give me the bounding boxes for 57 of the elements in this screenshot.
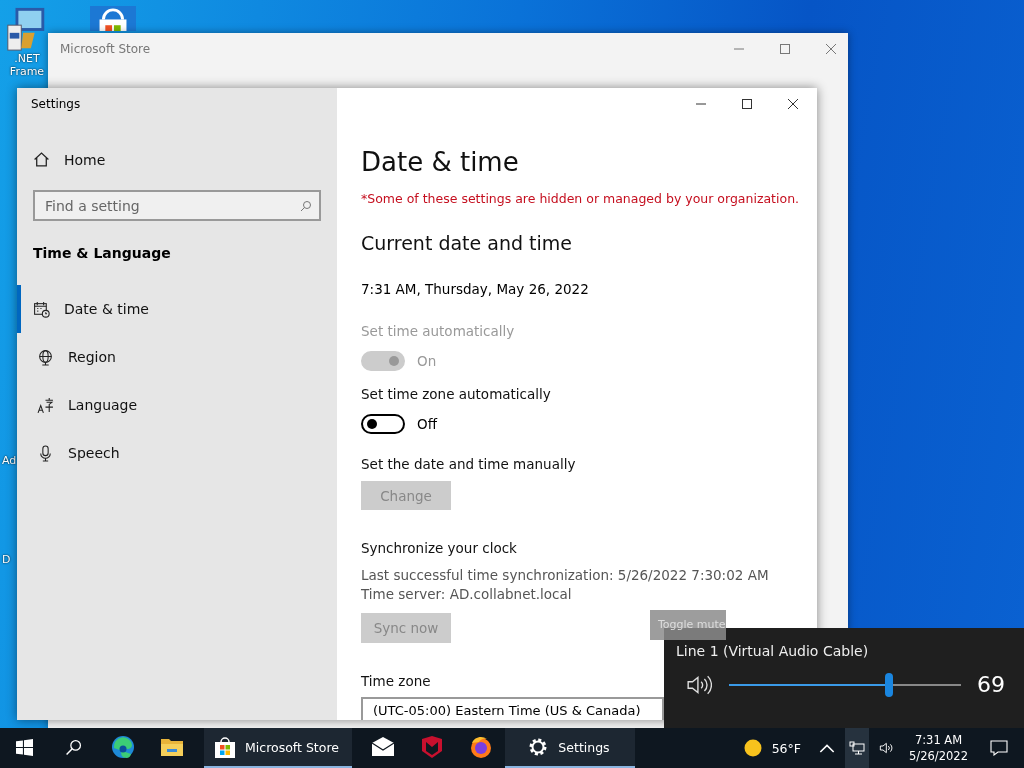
toggle-state: On [417,353,437,369]
browser-icon [110,735,135,759]
clock-date[interactable]: 5/26/2022 [909,748,968,764]
slider-thumb[interactable] [885,672,894,697]
windows-logo-icon [16,738,33,756]
section-heading: Current date and time [361,232,572,254]
clock-time[interactable]: 7:31 AM [914,732,963,748]
calendar-clock-icon [33,300,50,318]
window-title: Microsoft Store [60,42,151,56]
taskbar-button[interactable]: Settings [505,728,635,768]
network-icon[interactable] [845,728,870,768]
volume-slider[interactable] [729,672,961,697]
sidebar-item[interactable]: Speech [17,429,337,477]
microphone-icon [37,444,54,462]
time-zone-dropdown[interactable]: (UTC-05:00) Eastern Time (US & Canada) [361,696,664,720]
weather-temperature[interactable]: 56°F [771,740,802,756]
search-field[interactable]: Find a setting [33,190,321,221]
desktop-icon-label: D [2,553,11,566]
setting-label: Set time zone automatically [361,386,551,402]
language-icon [37,396,54,414]
desktop-icon-label: Frame [9,65,45,78]
sync-info: Time server: AD.collabnet.local [361,585,572,605]
store-bag-icon [213,735,238,759]
section-heading: Synchronize your clock [361,540,517,557]
policy-notice: *Some of these settings are hidden or managed by your organization. [361,191,800,206]
setting-label: Set the date and time manually [361,456,576,472]
desktop-icon-label: Ad [2,454,17,467]
setting-label: Time zone [361,672,431,689]
maximize-icon[interactable] [742,99,752,109]
sun-icon[interactable] [743,739,762,757]
setting-label: Set time automatically [361,323,515,339]
tooltip: Toggle mute [650,610,726,640]
envelope-icon [370,735,395,759]
toggle-state: Off [417,416,437,432]
search-icon [65,738,82,756]
home-icon [33,151,50,168]
shield-icon [419,735,444,759]
close-icon[interactable] [788,99,798,109]
taskbar-button[interactable]: Microsoft Store [204,728,352,768]
sidebar-item[interactable]: Region [17,333,337,381]
firefox-icon [468,735,493,759]
page-heading: Date & time [361,147,519,177]
desktop-icon-label: .NET [14,52,40,65]
volume-reading: 69 [977,672,1005,697]
toggle-switch[interactable] [361,414,405,434]
search-icon [300,200,312,212]
home-link[interactable]: Home [33,151,337,168]
speaker-icon[interactable] [686,673,712,696]
sync-info: Last successful time synchronization: 5/26/2022 7:30:02 AM [361,566,769,586]
window-title: Settings [30,96,82,111]
device-name: Line 1 (Virtual Audio Cable) [676,643,869,659]
section-heading: Time & Language [33,245,172,261]
globe-icon [37,348,54,366]
sidebar-item[interactable]: Language [17,381,337,429]
current-date-time: 7:31 AM, Thursday, May 26, 2022 [361,281,589,297]
notification-icon[interactable] [990,740,1008,756]
store-bag-icon[interactable] [90,6,136,31]
